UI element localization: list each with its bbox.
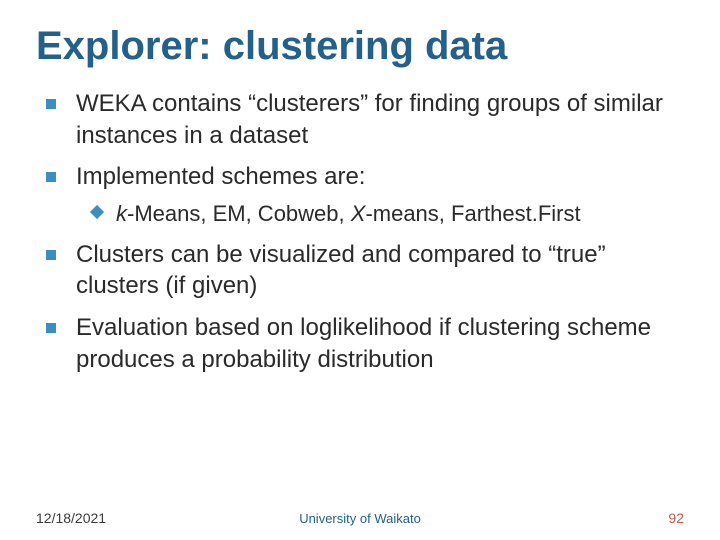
sub-text: -means, Farthest.First [365, 201, 580, 226]
footer-date: 12/18/2021 [36, 510, 252, 526]
italic-text: k [116, 201, 127, 226]
sub-list-item: k-Means, EM, Cobweb, X-means, Farthest.F… [92, 199, 684, 229]
italic-text: X [351, 201, 366, 226]
footer-page-number: 92 [468, 510, 684, 526]
list-item: Clusters can be visualized and compared … [42, 239, 684, 302]
footer: 12/18/2021 University of Waikato 92 [36, 510, 684, 526]
slide-title: Explorer: clustering data [36, 24, 684, 68]
list-item: Implemented schemes are: k-Means, EM, Co… [42, 161, 684, 228]
footer-org: University of Waikato [252, 511, 468, 526]
slide: Explorer: clustering data WEKA contains … [0, 0, 720, 540]
list-item: WEKA contains “clusterers” for finding g… [42, 88, 684, 151]
bullet-list: WEKA contains “clusterers” for finding g… [36, 88, 684, 375]
list-item: Evaluation based on loglikelihood if clu… [42, 312, 684, 375]
sub-list: k-Means, EM, Cobweb, X-means, Farthest.F… [76, 199, 684, 229]
sub-text: -Means, EM, Cobweb, [127, 201, 351, 226]
list-item-text: Implemented schemes are: [76, 163, 365, 190]
